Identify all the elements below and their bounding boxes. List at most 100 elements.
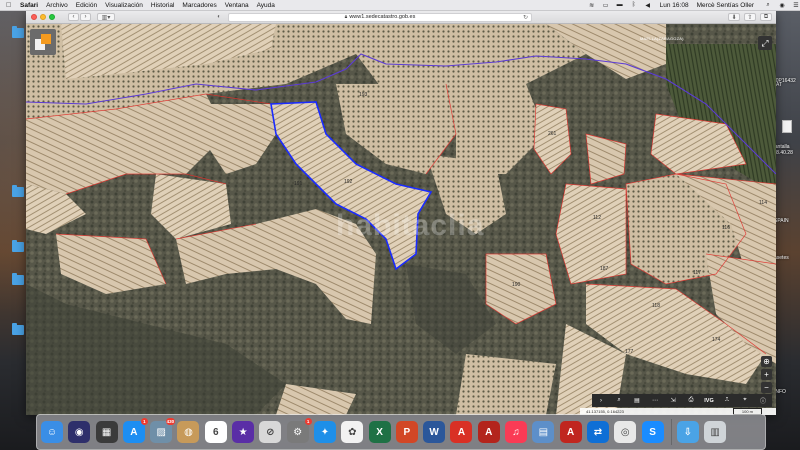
dock-powerpoint-icon[interactable]: P xyxy=(395,421,418,443)
dock-photos-icon[interactable]: ✿ xyxy=(341,421,364,443)
toolbar-right: ⬇ ⇧ ⧉ xyxy=(724,13,772,21)
parcel-number: 192 xyxy=(344,179,353,185)
forward-button[interactable]: › xyxy=(80,13,91,21)
dock-glyph: ★ xyxy=(238,426,248,438)
dock-preview-2-icon[interactable]: ▤ xyxy=(532,421,555,443)
siri-menubar-icon[interactable]: ◉ xyxy=(778,2,786,9)
locate-button[interactable]: ⊕ xyxy=(761,356,772,367)
menu-marcadores[interactable]: Marcadores xyxy=(182,2,216,9)
wifi-icon[interactable]: ≋ xyxy=(588,2,596,9)
menu-app-name[interactable]: Safari xyxy=(20,2,38,9)
dock-music-icon[interactable]: ♫ xyxy=(505,421,528,443)
parcel-number: 118 xyxy=(652,303,660,309)
zoom-out-button[interactable]: − xyxy=(761,382,772,393)
dock-acrobat-2-icon[interactable]: A xyxy=(477,421,500,443)
dock-imovie-icon[interactable]: ★ xyxy=(232,421,255,443)
dock-excel-icon[interactable]: X xyxy=(368,421,391,443)
dock-glyph: ◎ xyxy=(620,426,630,438)
location-icon[interactable]: ⌖ xyxy=(738,397,752,404)
dock-app-store-icon[interactable]: A1 xyxy=(122,418,148,443)
spotlight-icon[interactable]: ⌕ xyxy=(764,2,772,9)
dock-system-preferences-icon[interactable]: ⚙ 1 xyxy=(286,418,312,443)
desktop-folder-icon[interactable] xyxy=(12,240,24,252)
layers-icon[interactable]: ▤ xyxy=(630,397,644,404)
fullscreen-button[interactable]: ⤢ xyxy=(758,36,772,50)
more-icon[interactable]: ⋯ xyxy=(648,397,662,404)
dock-trash-icon[interactable]: ▥ xyxy=(704,421,727,443)
close-window-button[interactable] xyxy=(31,14,37,20)
battery-icon[interactable]: ▬ xyxy=(616,2,624,9)
dock-glyph: ♫ xyxy=(512,426,520,438)
zoom-window-button[interactable] xyxy=(49,14,55,20)
dock-downloads-folder-icon[interactable]: ⇩ xyxy=(676,421,699,443)
address-bar[interactable]: 🔒︎ www1.sedecatastro.gob.es ↻ xyxy=(228,12,532,22)
menu-archivo[interactable]: Archivo xyxy=(46,2,68,9)
print-icon[interactable]: ⎙ xyxy=(684,397,698,404)
search-icon[interactable]: ⌕ xyxy=(612,397,626,404)
safari-window: ‹ › ▥▾ ◐ 🔒︎ www1.sedecatastro.gob.es ↻ ⬇… xyxy=(26,11,776,415)
menu-historial[interactable]: Historial xyxy=(151,2,174,9)
desktop-folder-icon[interactable] xyxy=(12,185,24,197)
dock-glyph: ▤ xyxy=(538,426,549,438)
chevron-right-icon: › xyxy=(84,14,87,20)
menu-visualizacion[interactable]: Visualización xyxy=(105,2,143,9)
dock-chrome-icon[interactable]: ◎ xyxy=(614,421,637,443)
dock-glyph: ▦ xyxy=(101,426,112,438)
export-icon[interactable]: ⎍ xyxy=(720,397,734,404)
dock-mission-control-icon[interactable]: ▦ xyxy=(95,421,118,443)
privacy-shield-icon[interactable]: ◐ xyxy=(215,14,223,20)
nav-buttons: ‹ › xyxy=(68,13,91,21)
cadastral-map[interactable]: MAELLA(ZARAGOZA) ⤢ habitaclia 261 193 19… xyxy=(26,24,776,415)
dock: ☺ ◉ ▦ A 1 ▨ 430 ◍ 6 ★ ⊘ ⚙ 1 ✦ ✿ X P W A A ♫ ▤ A ⇄ ◎ S ⇩ ▥ xyxy=(36,414,766,450)
desktop-folder-icon[interactable] xyxy=(12,273,24,285)
url-text: www1.sedecatastro.gob.es xyxy=(349,14,416,20)
parcel-number: 174 xyxy=(712,337,721,343)
info-icon[interactable]: ⓘ xyxy=(756,396,770,405)
watermark: habitaclia xyxy=(336,209,485,242)
tabs-icon: ⧉ xyxy=(763,13,769,20)
menubar:  Safari Archivo Edición Visualización H… xyxy=(0,0,800,11)
dock-siri-icon[interactable]: ◉ xyxy=(68,421,91,443)
menubar-clock[interactable]: Lun 16:08 xyxy=(660,2,689,9)
dock-preview-icon[interactable]: ▨ 430 xyxy=(150,418,176,443)
dock-word-icon[interactable]: W xyxy=(423,421,446,443)
apple-menu-icon[interactable]:  xyxy=(6,2,14,9)
back-button[interactable]: ‹ xyxy=(68,13,79,21)
menu-ayuda[interactable]: Ayuda xyxy=(257,2,275,9)
share-button[interactable]: ⇧ xyxy=(744,13,756,21)
measure-icon[interactable]: ⇲ xyxy=(666,397,680,404)
dock-contacts-icon[interactable]: ◍ xyxy=(177,421,200,443)
bluetooth-icon[interactable]: ᛒ xyxy=(630,2,638,9)
desktop-folder-icon[interactable] xyxy=(12,26,24,38)
chevron-left-icon: ‹ xyxy=(72,14,75,20)
minimize-window-button[interactable] xyxy=(40,14,46,20)
dock-calendar-icon[interactable]: 6 xyxy=(204,421,227,443)
dock-safari-icon[interactable]: ✦ xyxy=(313,421,336,443)
sidebar-toggle-button[interactable]: ▥▾ xyxy=(97,13,115,21)
dock-no-entry-icon[interactable]: ⊘ xyxy=(259,421,282,443)
reload-icon[interactable]: ↻ xyxy=(523,14,528,21)
dock-finder-icon[interactable]: ☺ xyxy=(41,421,63,443)
airplay-icon[interactable]: ▭ xyxy=(602,2,610,9)
dock-shazam-icon[interactable]: S xyxy=(641,421,664,443)
dock-acrobat-3-icon[interactable]: A xyxy=(559,421,582,443)
desktop-folder-icon[interactable] xyxy=(12,323,24,335)
dock-separator xyxy=(670,419,672,445)
dock-teamviewer-icon[interactable]: ⇄ xyxy=(586,421,609,443)
tabs-button[interactable]: ⧉ xyxy=(760,13,772,21)
expand-toolbar-icon[interactable]: › xyxy=(594,398,608,404)
parcel-number: 193 xyxy=(359,92,368,98)
desktop-screenshot-file[interactable] xyxy=(782,120,792,133)
menu-edicion[interactable]: Edición xyxy=(76,2,97,9)
notification-center-icon[interactable]: ☰ xyxy=(792,2,800,9)
menubar-user[interactable]: Mercè Sentías Oller xyxy=(697,2,754,9)
volume-icon[interactable]: ◀ xyxy=(644,2,652,9)
download-icon: ⬇ xyxy=(731,14,737,21)
catastro-logo[interactable] xyxy=(30,29,56,55)
ivg-button[interactable]: IVG xyxy=(702,398,716,404)
zoom-in-button[interactable]: + xyxy=(761,369,772,380)
downloads-button[interactable]: ⬇ xyxy=(728,13,740,21)
dock-acrobat-1-icon[interactable]: A xyxy=(450,421,473,443)
menu-ventana[interactable]: Ventana xyxy=(225,2,249,9)
dock-glyph: ◉ xyxy=(74,426,84,438)
